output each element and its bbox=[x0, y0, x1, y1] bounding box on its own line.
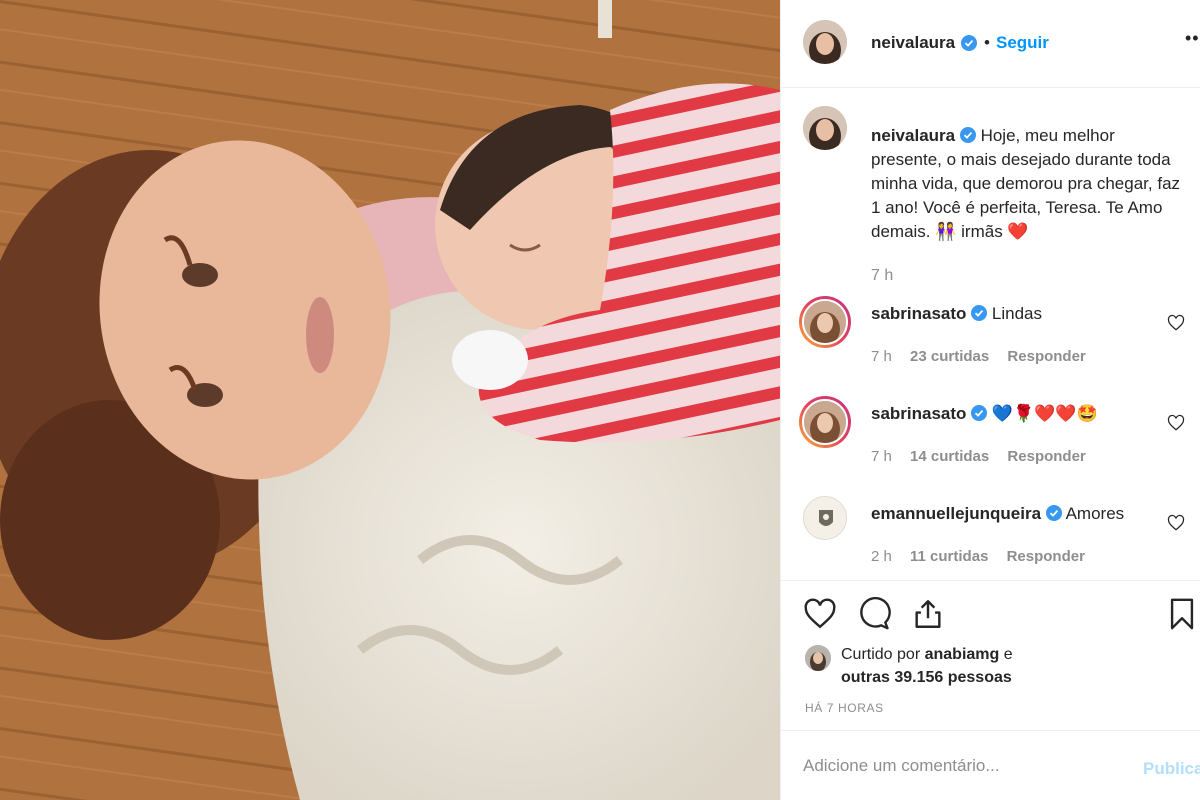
post-header: neivalaura • Seguir •• bbox=[781, 0, 1200, 88]
comment-time[interactable]: 7 h bbox=[871, 448, 892, 465]
separator-dot: • bbox=[984, 33, 990, 52]
comment-meta: 7 h 14 curtidas Responder bbox=[871, 448, 1100, 465]
post-timestamp[interactable]: HÁ 7 HORAS bbox=[805, 701, 884, 715]
post-details-panel: neivalaura • Seguir •• neivalaura Hoje, … bbox=[780, 0, 1200, 800]
comment-username[interactable]: emannuellejunqueira bbox=[871, 504, 1041, 523]
comment-meta: 2 h 11 curtidas Responder bbox=[871, 548, 1099, 565]
comment-line: emannuellejunqueira Amores bbox=[871, 504, 1124, 524]
caption-text: neivalaura Hoje, meu melhor presente, o … bbox=[871, 124, 1181, 244]
likes-prefix: Curtido por bbox=[841, 646, 921, 663]
more-options-icon[interactable]: •• bbox=[1185, 28, 1200, 49]
add-comment-bar: Publicar bbox=[781, 730, 1200, 800]
commenter-avatar[interactable] bbox=[803, 496, 847, 540]
reply-button[interactable]: Responder bbox=[1007, 548, 1085, 565]
post-actions: Curtido por anabiamg e outras 39.156 pes… bbox=[781, 580, 1200, 730]
comment-heart-icon[interactable] bbox=[1167, 514, 1185, 532]
comment: sabrinasato 💙🌹❤️❤️🤩 7 h 14 curtidas Resp… bbox=[799, 396, 1199, 486]
post-photo[interactable] bbox=[0, 0, 780, 800]
follow-button[interactable]: Seguir bbox=[996, 33, 1049, 53]
publish-button[interactable]: Publicar bbox=[1143, 759, 1200, 779]
comment-text: Amores bbox=[1065, 504, 1125, 523]
comment-heart-icon[interactable] bbox=[1167, 314, 1185, 332]
comment-username[interactable]: sabrinasato bbox=[871, 304, 966, 323]
commenter-avatar[interactable] bbox=[799, 396, 851, 448]
liker-username[interactable]: anabiamg bbox=[925, 646, 1000, 663]
comment: emannuellejunqueira Amores 2 h 11 curtid… bbox=[799, 496, 1199, 586]
likes-others[interactable]: outras 39.156 pessoas bbox=[841, 669, 1012, 686]
comment-line: sabrinasato 💙🌹❤️❤️🤩 bbox=[871, 404, 1098, 424]
commenter-avatar[interactable] bbox=[799, 296, 851, 348]
reply-button[interactable]: Responder bbox=[1007, 448, 1085, 465]
reply-button[interactable]: Responder bbox=[1007, 348, 1085, 365]
comment-icon[interactable] bbox=[857, 597, 891, 631]
verified-badge-icon bbox=[961, 35, 977, 51]
liker-avatar[interactable] bbox=[805, 645, 831, 671]
comment-time[interactable]: 7 h bbox=[871, 348, 892, 365]
comment-meta: 7 h 23 curtidas Responder bbox=[871, 348, 1100, 365]
action-icons bbox=[803, 597, 945, 631]
comment-likes[interactable]: 14 curtidas bbox=[910, 448, 989, 465]
comment-text: 💙🌹❤️❤️🤩 bbox=[991, 404, 1098, 423]
author-avatar[interactable] bbox=[803, 20, 847, 64]
caption-timestamp[interactable]: 7 h bbox=[871, 267, 893, 285]
comment-time[interactable]: 2 h bbox=[871, 548, 892, 565]
comment-likes[interactable]: 23 curtidas bbox=[910, 348, 989, 365]
verified-badge-icon bbox=[959, 127, 976, 143]
share-icon[interactable] bbox=[911, 597, 945, 631]
verified-badge-icon bbox=[1045, 505, 1062, 521]
caption-username[interactable]: neivalaura bbox=[871, 126, 955, 145]
heart-icon[interactable] bbox=[803, 597, 837, 631]
comment-line: sabrinasato Lindas bbox=[871, 304, 1042, 324]
comment-heart-icon[interactable] bbox=[1167, 414, 1185, 432]
author-username[interactable]: neivalaura bbox=[871, 33, 955, 53]
comment-text: Lindas bbox=[991, 304, 1043, 323]
comment-username[interactable]: sabrinasato bbox=[871, 404, 966, 423]
comment: sabrinasato Lindas 7 h 23 curtidas Respo… bbox=[799, 296, 1199, 386]
likes-conj: e bbox=[1003, 646, 1013, 663]
instagram-post: neivalaura • Seguir •• neivalaura Hoje, … bbox=[0, 0, 1200, 800]
author-avatar[interactable] bbox=[803, 106, 847, 150]
comment-likes[interactable]: 11 curtidas bbox=[910, 548, 988, 565]
verified-badge-icon bbox=[971, 405, 988, 421]
verified-badge-icon bbox=[971, 305, 988, 321]
comment-input[interactable] bbox=[803, 753, 1123, 779]
likes-text: Curtido por anabiamg e outras 39.156 pes… bbox=[841, 643, 1181, 689]
bookmark-icon[interactable] bbox=[1167, 597, 1197, 631]
photo-illustration bbox=[0, 0, 780, 800]
